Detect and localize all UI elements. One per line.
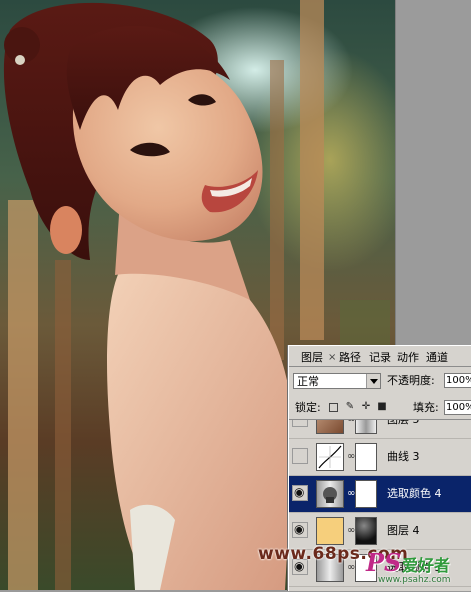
- layer-name[interactable]: 曲线 3: [387, 450, 420, 464]
- lock-label: 锁定:: [295, 401, 321, 414]
- eye-icon[interactable]: [292, 485, 308, 501]
- lock-all-icon[interactable]: ■: [377, 402, 387, 412]
- lock-brush-icon[interactable]: ✎: [345, 402, 355, 412]
- lock-move-icon[interactable]: ✛: [361, 402, 371, 412]
- workspace-background: [395, 0, 471, 345]
- tab-paths[interactable]: 路径: [339, 350, 361, 366]
- tab-actions[interactable]: 动作: [397, 350, 419, 366]
- watermark-logo: PS 爱好者 www.psahz.com: [366, 548, 471, 590]
- tab-history[interactable]: 记录: [369, 350, 391, 366]
- tab-close-icon[interactable]: ×: [328, 350, 336, 366]
- logo-ps-text: PS: [366, 548, 402, 577]
- layer-row[interactable]: ∞ 图层 5: [289, 420, 471, 439]
- layer-mask-thumbnail[interactable]: [355, 420, 377, 434]
- eye-icon[interactable]: [292, 522, 308, 538]
- selective-color-glyph: [323, 487, 337, 503]
- layer-name[interactable]: 图层 5: [387, 420, 420, 427]
- blend-row: 正常 不透明度: 100%: [289, 373, 471, 392]
- tab-channels[interactable]: 通道: [426, 350, 448, 366]
- layer-thumbnail: [316, 420, 344, 434]
- lock-row: 锁定: ✎ ✛ ■ 填充: 100%: [289, 400, 471, 418]
- layer-mask-thumbnail[interactable]: [355, 480, 377, 508]
- curves-adjustment-icon: [316, 443, 344, 471]
- panel-tab-bar: 图层 × 路径 记录 动作 通道: [289, 350, 471, 367]
- layer-row-selected[interactable]: ∞ 选取颜色 4: [289, 476, 471, 513]
- layer-name[interactable]: 图层 4: [387, 524, 420, 538]
- fill-input[interactable]: 100%: [444, 400, 471, 415]
- tab-layers[interactable]: 图层: [301, 350, 323, 366]
- blend-mode-value: 正常: [297, 375, 319, 388]
- blend-mode-select[interactable]: 正常: [293, 373, 381, 389]
- visibility-toggle[interactable]: [292, 448, 308, 464]
- chevron-down-icon[interactable]: [366, 374, 380, 388]
- curve-graph-icon: [318, 445, 342, 469]
- opacity-input[interactable]: 100%: [444, 373, 471, 388]
- visibility-toggle[interactable]: [292, 420, 308, 427]
- selective-color-icon: [316, 480, 344, 508]
- layer-mask-thumbnail[interactable]: [355, 443, 377, 471]
- layer-name[interactable]: 选取颜色 4: [387, 487, 442, 501]
- fill-label: 填充:: [413, 401, 439, 414]
- lock-transparent-icon[interactable]: [329, 403, 338, 412]
- layer-row[interactable]: ∞ 曲线 3: [289, 439, 471, 476]
- logo-subtext: www.psahz.com: [378, 575, 451, 585]
- logo-text: 爱好者: [402, 556, 451, 575]
- layer-mask-thumbnail[interactable]: [355, 517, 377, 545]
- opacity-label: 不透明度:: [387, 374, 435, 387]
- layer-thumbnail: [316, 517, 344, 545]
